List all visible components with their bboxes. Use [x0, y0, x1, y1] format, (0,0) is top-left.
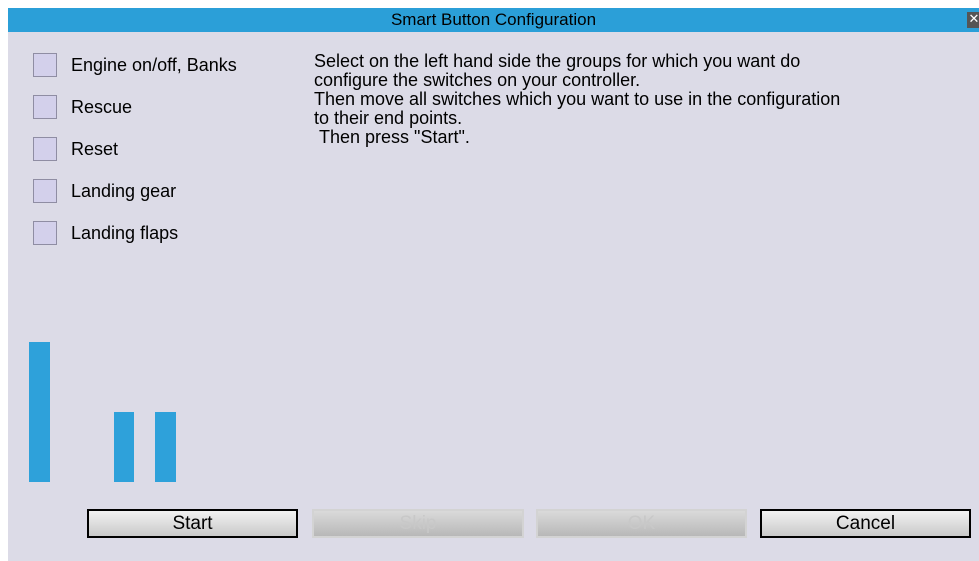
- switch-meter-1: [29, 342, 50, 482]
- smart-button-dialog: Smart Button Configuration ✕ Engine on/o…: [0, 0, 979, 561]
- checkbox-reset[interactable]: [33, 137, 57, 161]
- group-label: Rescue: [71, 96, 133, 117]
- checkbox-engine[interactable]: [33, 53, 57, 77]
- window-title: Smart Button Configuration: [390, 10, 597, 29]
- group-label: Landing flaps: [71, 222, 179, 243]
- instructions-text: Select on the left hand side the groups …: [314, 51, 841, 147]
- group-item-landing-flaps[interactable]: Landing flaps: [33, 218, 178, 248]
- group-label: Engine on/off, Banks: [71, 54, 237, 75]
- title-bar[interactable]: Smart Button Configuration ✕: [8, 8, 979, 32]
- ok-button[interactable]: OK: [536, 509, 747, 538]
- group-item-rescue[interactable]: Rescue: [33, 92, 132, 122]
- group-label: Reset: [71, 138, 119, 159]
- group-item-reset[interactable]: Reset: [33, 134, 118, 164]
- close-icon[interactable]: ✕: [967, 12, 979, 28]
- group-label: Landing gear: [71, 180, 177, 201]
- checkbox-rescue[interactable]: [33, 95, 57, 119]
- cancel-button[interactable]: Cancel: [760, 509, 971, 538]
- dialog-body: Engine on/off, Banks Rescue Reset Landin…: [8, 32, 979, 561]
- switch-meter-3: [155, 412, 176, 482]
- switch-meter-2: [114, 412, 134, 482]
- start-button[interactable]: Start: [87, 509, 298, 538]
- checkbox-landing-gear[interactable]: [33, 179, 57, 203]
- group-item-landing-gear[interactable]: Landing gear: [33, 176, 176, 206]
- checkbox-landing-flaps[interactable]: [33, 221, 57, 245]
- group-item-engine[interactable]: Engine on/off, Banks: [33, 50, 237, 80]
- skip-button[interactable]: Skip: [312, 509, 524, 538]
